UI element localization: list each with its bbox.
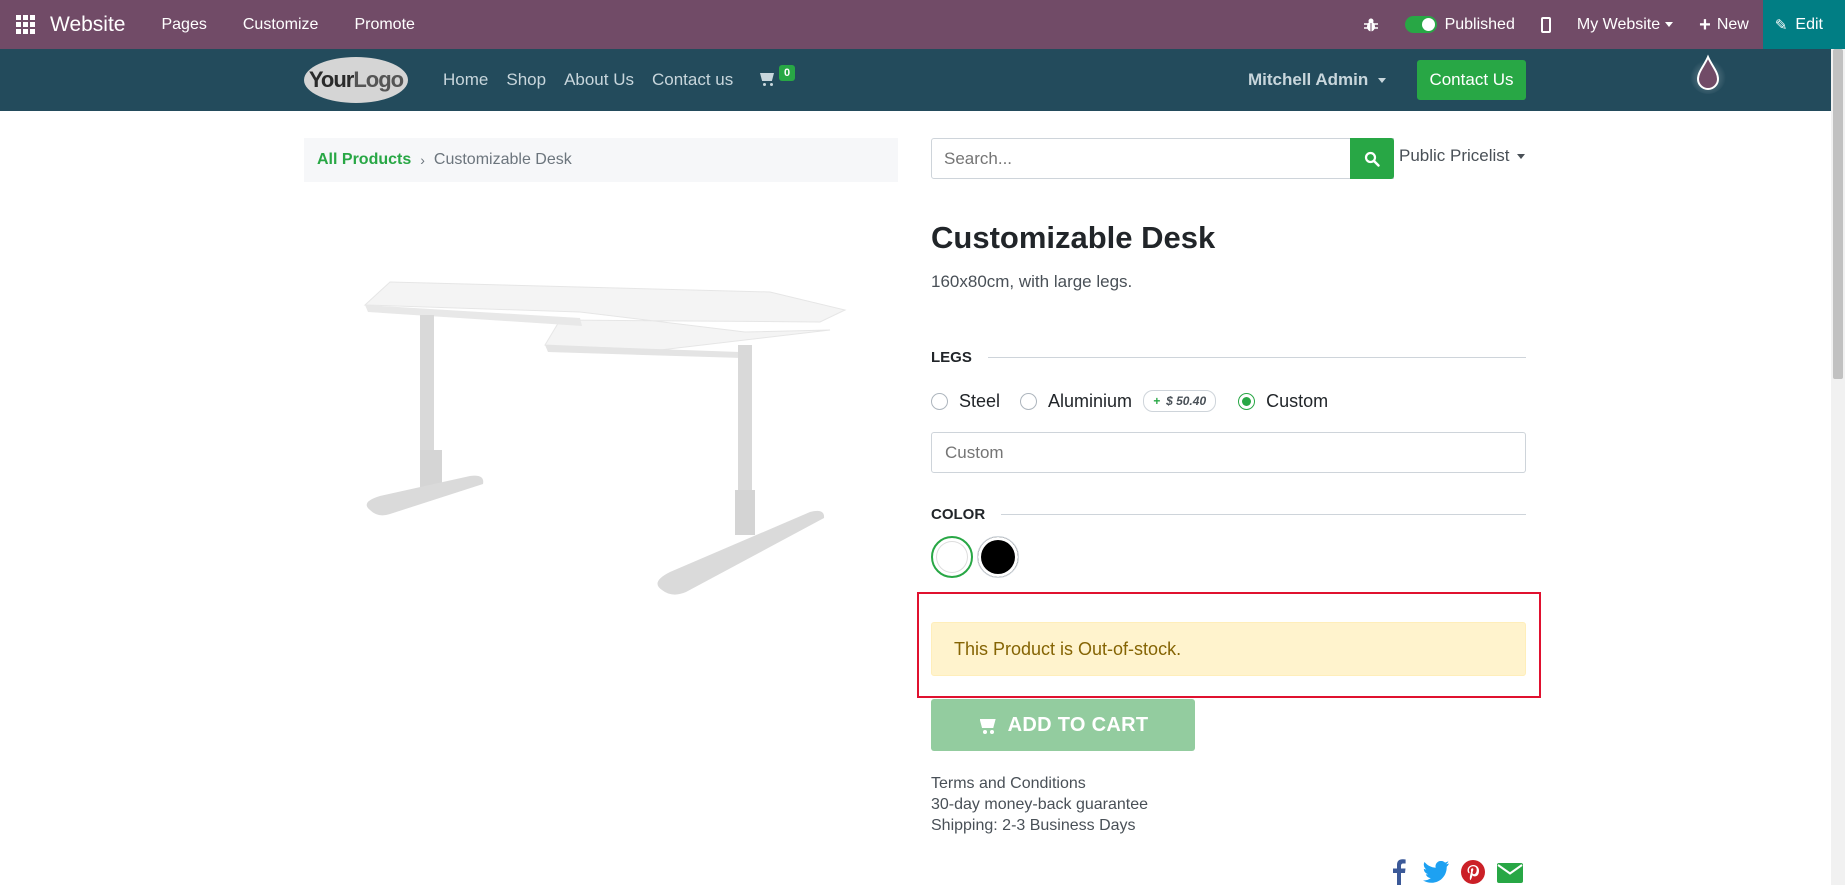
facebook-icon[interactable]	[1385, 858, 1413, 885]
menu-pages[interactable]: Pages	[161, 16, 206, 34]
shipping-text: Shipping: 2-3 Business Days	[931, 817, 1136, 834]
pricelist-dropdown[interactable]: Public Pricelist	[1399, 146, 1525, 166]
out-of-stock-alert: This Product is Out-of-stock.	[931, 622, 1526, 676]
pencil-icon: ✎	[1774, 16, 1788, 34]
product-description: 160x80cm, with large legs.	[931, 272, 1133, 291]
published-label: Published	[1444, 15, 1515, 33]
radio-steel-label[interactable]: Steel	[959, 391, 1000, 412]
caret-down-icon	[1516, 153, 1525, 159]
color-swatch-white[interactable]	[931, 536, 973, 578]
radio-aluminium-label[interactable]: Aluminium	[1048, 391, 1132, 412]
radio-custom[interactable]	[1238, 392, 1256, 410]
debug-button[interactable]	[1363, 17, 1379, 33]
email-icon[interactable]	[1496, 858, 1524, 885]
breadcrumb-current: Customizable Desk	[433, 151, 572, 168]
toggle-switch[interactable]	[1404, 16, 1437, 33]
radio-steel[interactable]	[931, 392, 948, 410]
edit-button[interactable]: ✎ Edit	[1762, 0, 1845, 49]
site-navbar: Your Logo Home Shop About Us Contact us 0…	[0, 49, 1831, 111]
nav-about-us[interactable]: About Us	[564, 70, 634, 90]
page-scrollbar[interactable]	[1831, 49, 1845, 885]
cart-link[interactable]: 0	[758, 65, 796, 87]
share-buttons	[1385, 858, 1533, 885]
shopping-cart-icon	[758, 69, 778, 87]
search-icon	[1364, 151, 1380, 167]
product-image	[363, 281, 847, 595]
custom-value-input[interactable]	[931, 432, 1526, 473]
nav-contact-us[interactable]: Contact us	[652, 70, 733, 90]
color-swatch-black[interactable]	[977, 536, 1019, 578]
caret-down-icon	[1378, 77, 1387, 83]
nav-home[interactable]: Home	[443, 70, 488, 90]
apps-menu-button[interactable]	[0, 0, 50, 49]
legs-section-label: LEGS	[931, 349, 1526, 366]
shopping-cart-icon	[978, 716, 998, 734]
search-button[interactable]	[1350, 138, 1394, 179]
cart-count-badge: 0	[779, 65, 796, 81]
divider	[1001, 514, 1526, 515]
guarantee-text: 30-day money-back guarantee	[931, 796, 1149, 813]
pricelist-label: Public Pricelist	[1399, 146, 1510, 165]
radio-aluminium[interactable]	[1020, 392, 1038, 410]
breadcrumb-all-products[interactable]: All Products	[317, 151, 411, 169]
website-switcher[interactable]: My Website	[1576, 15, 1674, 34]
divider	[987, 357, 1526, 358]
menu-promote[interactable]: Promote	[354, 16, 414, 34]
product-title: Customizable Desk	[931, 220, 1216, 255]
extra-price-badge: + $ 50.40	[1143, 390, 1217, 412]
menu-customize[interactable]: Customize	[243, 16, 319, 34]
mobile-icon	[1540, 16, 1551, 33]
user-menu[interactable]: Mitchell Admin	[1248, 49, 1387, 111]
mobile-preview-button[interactable]	[1540, 16, 1551, 33]
add-to-cart-label: ADD TO CART	[1007, 713, 1149, 736]
pinterest-icon[interactable]	[1459, 858, 1487, 885]
publish-toggle[interactable]: Published	[1404, 15, 1515, 34]
breadcrumb: All Products › Customizable Desk	[304, 138, 898, 182]
apps-grid-icon	[15, 15, 35, 34]
search-input[interactable]	[931, 138, 1394, 179]
site-logo[interactable]: Your Logo	[304, 57, 408, 103]
add-to-cart-button[interactable]: ADD TO CART	[931, 699, 1195, 751]
admin-bar: Website Pages Customize Promote Publishe…	[0, 0, 1845, 49]
plus-icon: +	[1699, 13, 1711, 36]
odoo-drop-icon[interactable]	[1690, 52, 1726, 96]
scrollbar-thumb[interactable]	[1833, 49, 1843, 379]
twitter-icon[interactable]	[1422, 858, 1450, 885]
legs-options: Steel Aluminium + $ 50.40 Custom	[931, 390, 1348, 412]
website-switcher-label: My Website	[1576, 15, 1661, 33]
new-button[interactable]: + New	[1699, 15, 1749, 35]
edit-label: Edit	[1795, 15, 1823, 33]
chevron-right-icon: ›	[420, 152, 425, 168]
contact-us-button[interactable]: Contact Us	[1417, 60, 1526, 100]
terms-link[interactable]: Terms and Conditions	[931, 773, 1148, 794]
terms-block: Terms and Conditions 30-day money-back g…	[931, 773, 1148, 836]
radio-custom-label[interactable]: Custom	[1266, 391, 1328, 412]
new-label: New	[1716, 15, 1749, 33]
caret-down-icon	[1665, 22, 1674, 27]
app-brand[interactable]: Website	[50, 13, 125, 37]
nav-shop[interactable]: Shop	[506, 70, 546, 90]
user-name: Mitchell Admin	[1248, 70, 1369, 89]
color-section-label: COLOR	[931, 506, 1526, 523]
bug-icon	[1363, 18, 1378, 32]
